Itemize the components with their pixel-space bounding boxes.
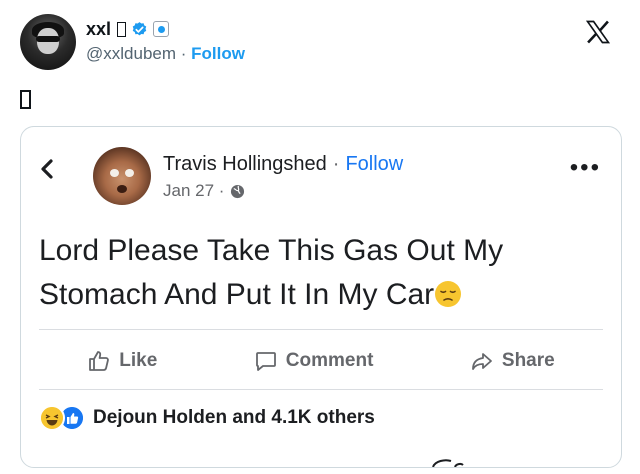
separator-dot: ·	[180, 44, 187, 63]
user-avatar[interactable]	[20, 14, 76, 70]
unsupported-glyph	[117, 21, 127, 37]
user-handle[interactable]: @xxldubem	[86, 44, 176, 63]
globe-icon	[231, 184, 245, 198]
reactions-summary[interactable]: Dejoun Holden and 4.1K others	[39, 405, 375, 431]
like-button[interactable]: Like	[87, 349, 157, 373]
separator-dot: ·	[332, 153, 340, 175]
follow-button[interactable]: Follow	[191, 44, 245, 63]
like-label: Like	[119, 350, 158, 371]
user-names: xxl @xxldubem · Follow	[86, 18, 245, 64]
reaction-icons	[39, 405, 85, 431]
x-logo-icon[interactable]	[584, 18, 612, 46]
verified-badge-icon	[132, 21, 147, 35]
post-author-avatar[interactable]	[93, 147, 151, 205]
comment-label: Comment	[285, 350, 374, 371]
tweet-header: xxl @xxldubem · Follow	[20, 14, 620, 74]
share-button[interactable]: Share	[470, 349, 555, 373]
handle-row: @xxldubem · Follow	[86, 44, 245, 64]
share-icon	[472, 353, 492, 370]
reactions-text: Dejoun Holden and 4.1K others	[93, 407, 375, 428]
post-follow-button[interactable]: Follow	[345, 153, 403, 176]
divider	[39, 329, 603, 330]
post-date: Jan 27 ·	[163, 181, 225, 200]
thumbs-up-icon	[89, 351, 110, 371]
post-actions: Like Comment Share	[39, 339, 603, 383]
haha-reaction-icon	[39, 405, 65, 431]
embedded-screenshot[interactable]: Travis Hollingshed · Follow Jan 27 · •••…	[20, 126, 622, 468]
comment-icon	[255, 352, 276, 371]
post-author-name[interactable]: Travis Hollingshed	[163, 153, 327, 176]
unsupported-glyph	[20, 90, 31, 109]
post-text: Lord Please Take This Gas Out My Stomach…	[39, 229, 599, 317]
display-name[interactable]: xxl	[86, 19, 111, 40]
affiliate-badge-icon	[153, 21, 170, 37]
more-options-icon[interactable]: •••	[570, 156, 601, 180]
share-label: Share	[501, 350, 555, 371]
tweet-text	[20, 90, 31, 114]
comment-button[interactable]: Comment	[254, 349, 374, 373]
pensive-face-icon	[435, 281, 462, 307]
partial-icon	[432, 459, 464, 467]
divider	[39, 389, 603, 390]
post-author-info: Travis Hollingshed · Follow Jan 27 ·	[163, 153, 403, 201]
back-chevron-icon[interactable]	[39, 157, 55, 181]
